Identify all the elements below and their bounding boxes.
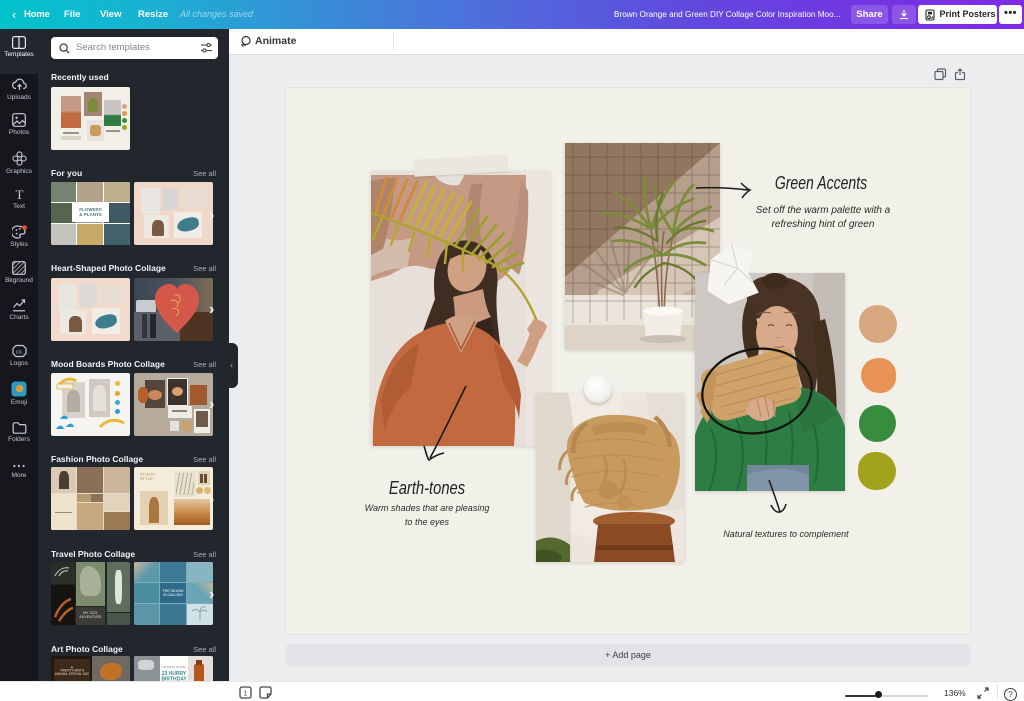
svg-text:1: 1: [244, 691, 248, 698]
svg-text:co.: co.: [15, 349, 23, 355]
svg-text:T: T: [15, 188, 23, 201]
